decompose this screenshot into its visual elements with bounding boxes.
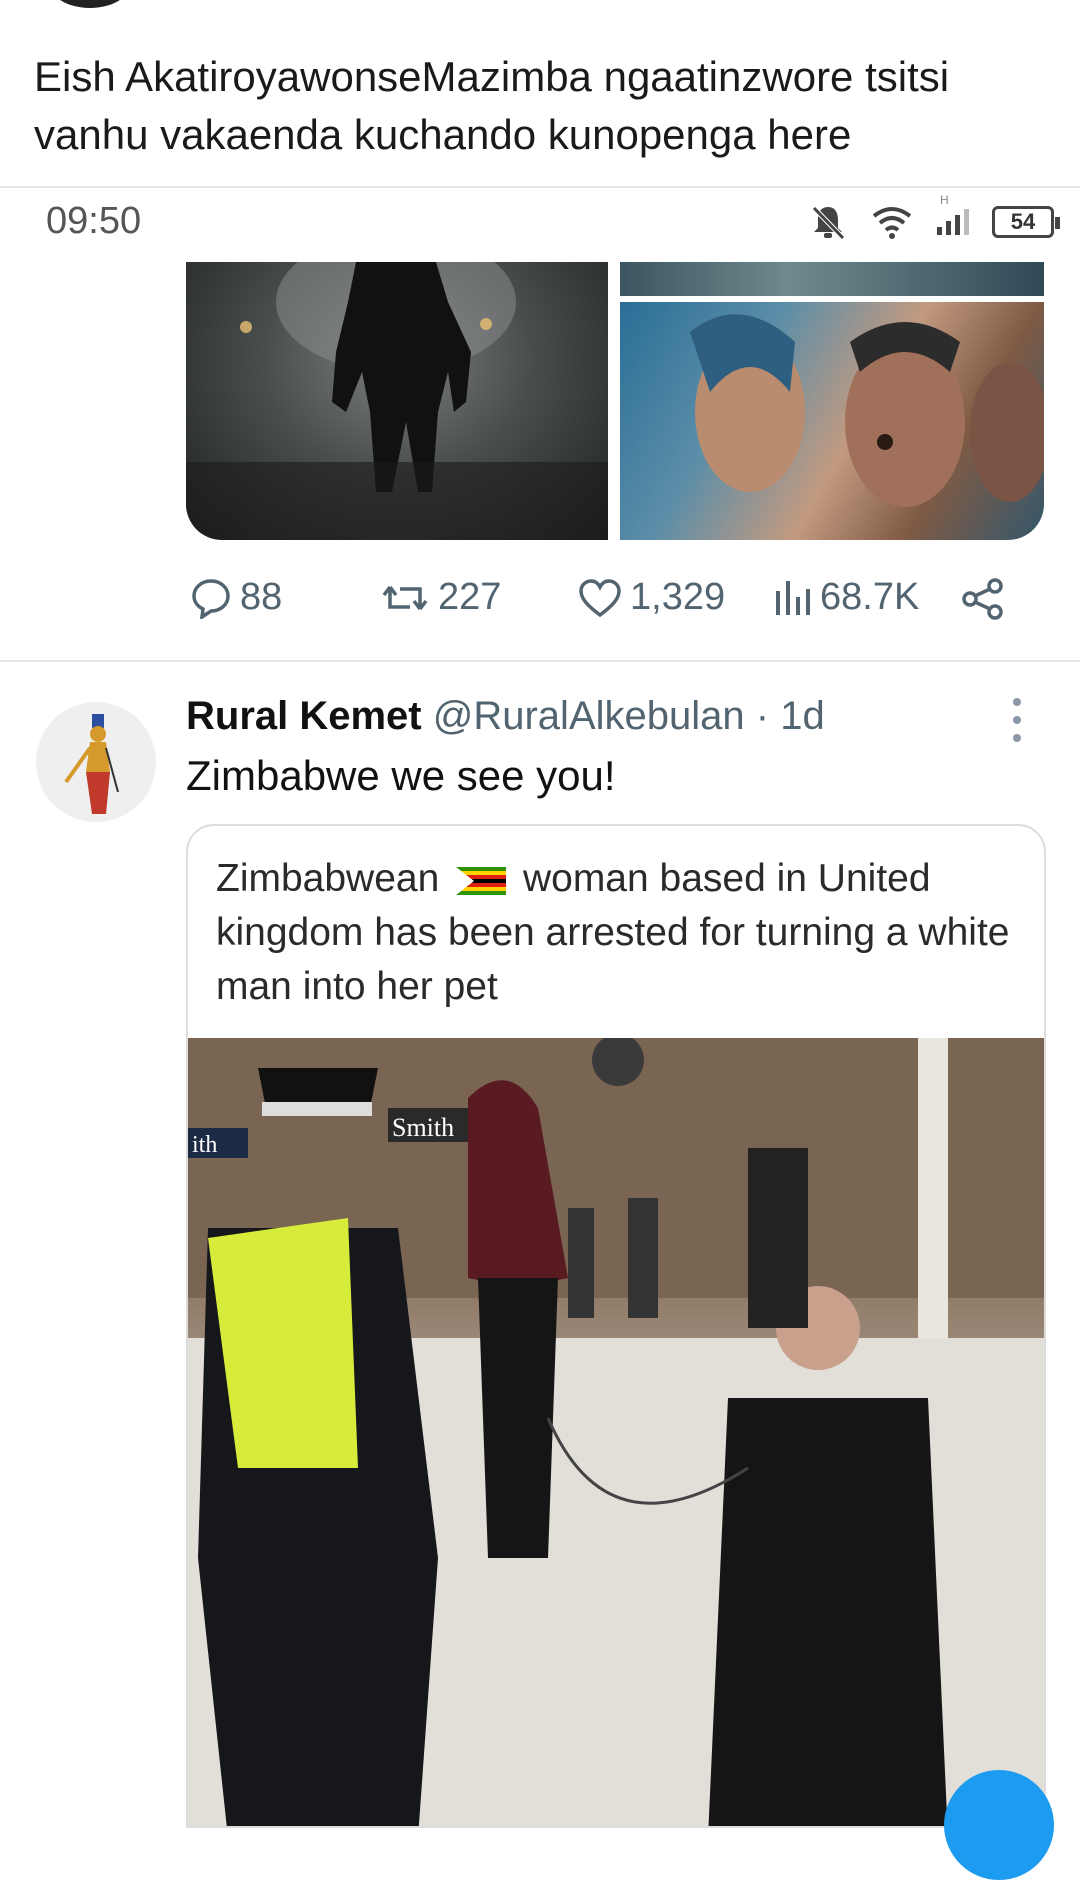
quote-text: Zimbabwean woman based in United kingdom… (216, 852, 1016, 1014)
tweet-text: Zimbabwe we see you! (186, 752, 616, 799)
quoted-image-card[interactable]: Zimbabwean woman based in United kingdom… (186, 824, 1046, 1828)
network-label: H (940, 193, 949, 207)
views-button[interactable]: 68.7K (774, 576, 919, 619)
share-icon (962, 578, 1003, 620)
compose-button[interactable] (944, 1770, 1054, 1880)
reply-count: 88 (240, 576, 283, 618)
divider (0, 186, 1080, 188)
reply-icon (192, 578, 230, 619)
status-icons: H 54 (808, 193, 1060, 242)
avatar[interactable] (36, 702, 156, 822)
station-photo: ith Smith (188, 1034, 1044, 1826)
faces-illustration (690, 314, 1044, 507)
quote-text-before-flag: Zimbabwean (216, 857, 440, 900)
tweet-header: Rural Kemet @RuralAlkebulan · 1d (186, 694, 825, 739)
warrior-silhouette (186, 262, 608, 540)
retweet-button[interactable]: 227 (380, 576, 501, 619)
previous-avatar (50, 0, 130, 8)
tweet-actions: 88 227 1,329 68.7K (190, 576, 1010, 630)
face-to-face-image[interactable] (620, 302, 1044, 540)
divider (0, 660, 1080, 662)
shop-sign-left: ith (192, 1132, 217, 1158)
timestamp[interactable]: 1d (780, 694, 825, 738)
views-count: 68.7K (820, 576, 920, 618)
shop-sign-smith: Smith (392, 1113, 454, 1142)
bell-muted-icon (812, 206, 845, 240)
battery-icon: 54 (992, 206, 1060, 238)
status-time: 09:50 (46, 200, 142, 242)
zimbabwe-flag-icon (456, 866, 507, 895)
egyptian-figure-icon (36, 702, 156, 822)
signal-indicator: H (936, 193, 970, 237)
silhouette-warrior-image[interactable] (186, 262, 608, 540)
post-caption: Eish AkatiroyawonseMazimba ngaatinzwore … (34, 53, 950, 158)
heart-icon (579, 578, 621, 617)
signal-icon (937, 209, 969, 235)
views-icon (776, 580, 810, 615)
wifi-icon (872, 207, 912, 239)
display-name[interactable]: Rural Kemet (186, 694, 422, 738)
like-button[interactable]: 1,329 (578, 576, 725, 619)
station-scene: ith Smith (188, 1034, 1044, 1826)
retweet-icon (382, 585, 428, 610)
meta-separator: · (755, 694, 770, 738)
handle[interactable]: @RuralAlkebulan (433, 694, 745, 738)
retweet-count: 227 (438, 576, 502, 618)
like-count: 1,329 (630, 576, 726, 618)
image-strip (620, 262, 1044, 296)
share-button[interactable] (960, 576, 1006, 622)
reply-button[interactable]: 88 (190, 576, 282, 619)
more-options-icon[interactable] (1010, 698, 1024, 752)
